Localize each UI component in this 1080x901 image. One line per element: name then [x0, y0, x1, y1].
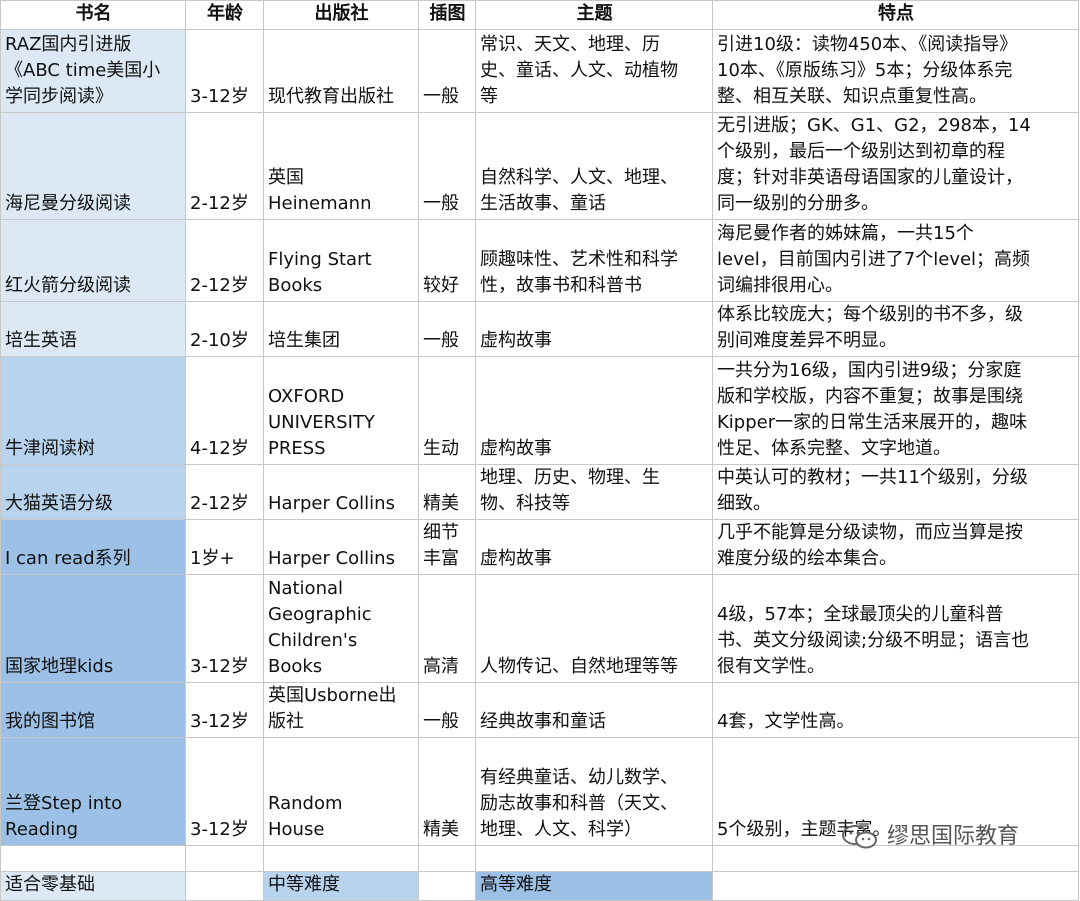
illustration-cell: 一般 [418, 29, 476, 113]
illustration-cell: 高清 [418, 574, 476, 683]
header-illustration: 插图 [418, 0, 476, 30]
header-theme: 主题 [475, 0, 713, 30]
features-cell: 引进10级：读物450本、《阅读指导》 10本、《原版练习》5本；分级体系完 整… [712, 29, 1079, 113]
theme-cell: 虚构故事 [475, 356, 713, 465]
book-name-cell: 红火箭分级阅读 [0, 219, 186, 302]
illustration-cell: 生动 [418, 356, 476, 465]
empty-cell [263, 845, 419, 872]
table-row: I can read系列 1岁+ Harper Collins 细节 丰富 虚构故事 几乎… [0, 519, 1079, 575]
empty-cell [418, 871, 476, 901]
illustration-cell: 精美 [418, 464, 476, 520]
empty-cell [475, 845, 713, 872]
legend-hard: 高等难度 [475, 871, 713, 901]
illustration-cell: 精美 [418, 737, 476, 846]
publisher-cell: Random House [263, 737, 419, 846]
features-cell: 几乎不能算是分级读物，而应当算是按 难度分级的绘本集合。 [712, 519, 1079, 575]
age-cell: 1岁+ [185, 519, 264, 575]
features-cell: 4级，57本；全球最顶尖的儿童科普 书、英文分级阅读;分级不明显；语言也 很有文… [712, 574, 1079, 683]
theme-cell: 虚构故事 [475, 301, 713, 357]
theme-cell: 人物传记、自然地理等等 [475, 574, 713, 683]
watermark-text: 缪思国际教育 [887, 824, 1020, 849]
legend-row: 适合零基础 中等难度 高等难度 [0, 871, 1079, 901]
header-row: 书名 年龄 出版社 插图 主题 特点 [0, 0, 1079, 30]
illustration-cell: 一般 [418, 112, 476, 220]
table-row: 大猫英语分级 2-12岁 Harper Collins 精美 地理、历史、物理、生 物、… [0, 464, 1079, 520]
age-cell: 3-12岁 [185, 574, 264, 683]
theme-cell: 地理、历史、物理、生 物、科技等 [475, 464, 713, 520]
publisher-cell: 现代教育出版社 [263, 29, 419, 113]
publisher-cell: Harper Collins [263, 464, 419, 520]
wechat-icon [842, 825, 877, 849]
theme-cell: 常识、天文、地理、历 史、童话、人文、动植物 等 [475, 29, 713, 113]
features-cell: 海尼曼作者的姊妹篇，一共15个 level，目前国内引进了7个level；高频 … [712, 219, 1079, 302]
publisher-cell: 英国Usborne出 版社 [263, 682, 419, 738]
header-book-name: 书名 [0, 0, 186, 30]
table-row: 海尼曼分级阅读 2-12岁 英国 Heinemann 一般 自然科学、人文、地理、 生活… [0, 112, 1079, 220]
header-features: 特点 [712, 0, 1079, 30]
publisher-cell: 英国 Heinemann [263, 112, 419, 220]
age-cell: 4-12岁 [185, 356, 264, 465]
age-cell: 3-12岁 [185, 682, 264, 738]
theme-cell: 顾趣味性、艺术性和科学 性，故事书和科普书 [475, 219, 713, 302]
theme-cell: 自然科学、人文、地理、 生活故事、童话 [475, 112, 713, 220]
illustration-cell: 细节 丰富 [418, 519, 476, 575]
age-cell: 2-12岁 [185, 464, 264, 520]
book-comparison-table: 书名 年龄 出版社 插图 主题 特点 RAZ国内引进版 《ABC time美国小… [0, 0, 1079, 901]
empty-cell [185, 845, 264, 872]
age-cell: 3-12岁 [185, 737, 264, 846]
publisher-cell: Harper Collins [263, 519, 419, 575]
table-row: 国家地理kids 3-12岁 National Geographic Childre… [0, 574, 1079, 683]
book-name-cell: 大猫英语分级 [0, 464, 186, 520]
age-cell: 2-12岁 [185, 219, 264, 302]
table-row: 牛津阅读树 4-12岁 OXFORD UNIVERSITY PRESS 生动 虚构故事一… [0, 356, 1079, 465]
theme-cell: 虚构故事 [475, 519, 713, 575]
illustration-cell: 一般 [418, 682, 476, 738]
header-publisher: 出版社 [263, 0, 419, 30]
header-age: 年龄 [185, 0, 264, 30]
table-row: 我的图书馆 3-12岁 英国Usborne出 版社 一般 经典故事和童话 4套，文学性高。 [0, 682, 1079, 738]
publisher-cell: Flying Start Books [263, 219, 419, 302]
book-name-cell: 海尼曼分级阅读 [0, 112, 186, 220]
publisher-cell: 培生集团 [263, 301, 419, 357]
table-row: 红火箭分级阅读 2-12岁 Flying Start Books 较好 顾趣味性、艺术性… [0, 219, 1079, 302]
theme-cell: 经典故事和童话 [475, 682, 713, 738]
legend-easy: 适合零基础 [0, 871, 186, 901]
features-cell: 4套，文学性高。 [712, 682, 1079, 738]
table-row: 培生英语 2-10岁 培生集团 一般 虚构故事 体系比较庞大；每个级别的书不多，级 别间难… [0, 301, 1079, 357]
book-name-cell: 兰登Step into Reading [0, 737, 186, 846]
age-cell: 2-10岁 [185, 301, 264, 357]
publisher-cell: OXFORD UNIVERSITY PRESS [263, 356, 419, 465]
book-name-cell: I can read系列 [0, 519, 186, 575]
book-name-cell: 牛津阅读树 [0, 356, 186, 465]
watermark: 缪思国际教育 [840, 818, 1019, 850]
empty-cell [185, 871, 264, 901]
illustration-cell: 一般 [418, 301, 476, 357]
features-cell: 中英认可的教材；一共11个级别，分级 细致。 [712, 464, 1079, 520]
age-cell: 2-12岁 [185, 112, 264, 220]
features-cell: 无引进版；GK、G1、G2，298本，14 个级别，最后一个级别达到初章的程 度… [712, 112, 1079, 220]
book-name-cell: 培生英语 [0, 301, 186, 357]
features-cell: 体系比较庞大；每个级别的书不多，级 别间难度差异不明显。 [712, 301, 1079, 357]
book-name-cell: 我的图书馆 [0, 682, 186, 738]
table-row: RAZ国内引进版 《ABC time美国小 学同步阅读》 3-12岁 现代教育出版社… [0, 29, 1079, 113]
features-cell: 一共分为16级，国内引进9级；分家庭 版和学校版，内容不重复；故事是围绕 Kip… [712, 356, 1079, 465]
age-cell: 3-12岁 [185, 29, 264, 113]
legend-medium: 中等难度 [263, 871, 419, 901]
book-name-cell: RAZ国内引进版 《ABC time美国小 学同步阅读》 [0, 29, 186, 113]
theme-cell: 有经典童话、幼儿数学、 励志故事和科普（天文、 地理、人文、科学） [475, 737, 713, 846]
publisher-cell: National Geographic Children's Books [263, 574, 419, 683]
empty-cell [418, 845, 476, 872]
empty-cell [0, 845, 186, 872]
book-name-cell: 国家地理kids [0, 574, 186, 683]
illustration-cell: 较好 [418, 219, 476, 302]
empty-cell [712, 871, 1079, 901]
